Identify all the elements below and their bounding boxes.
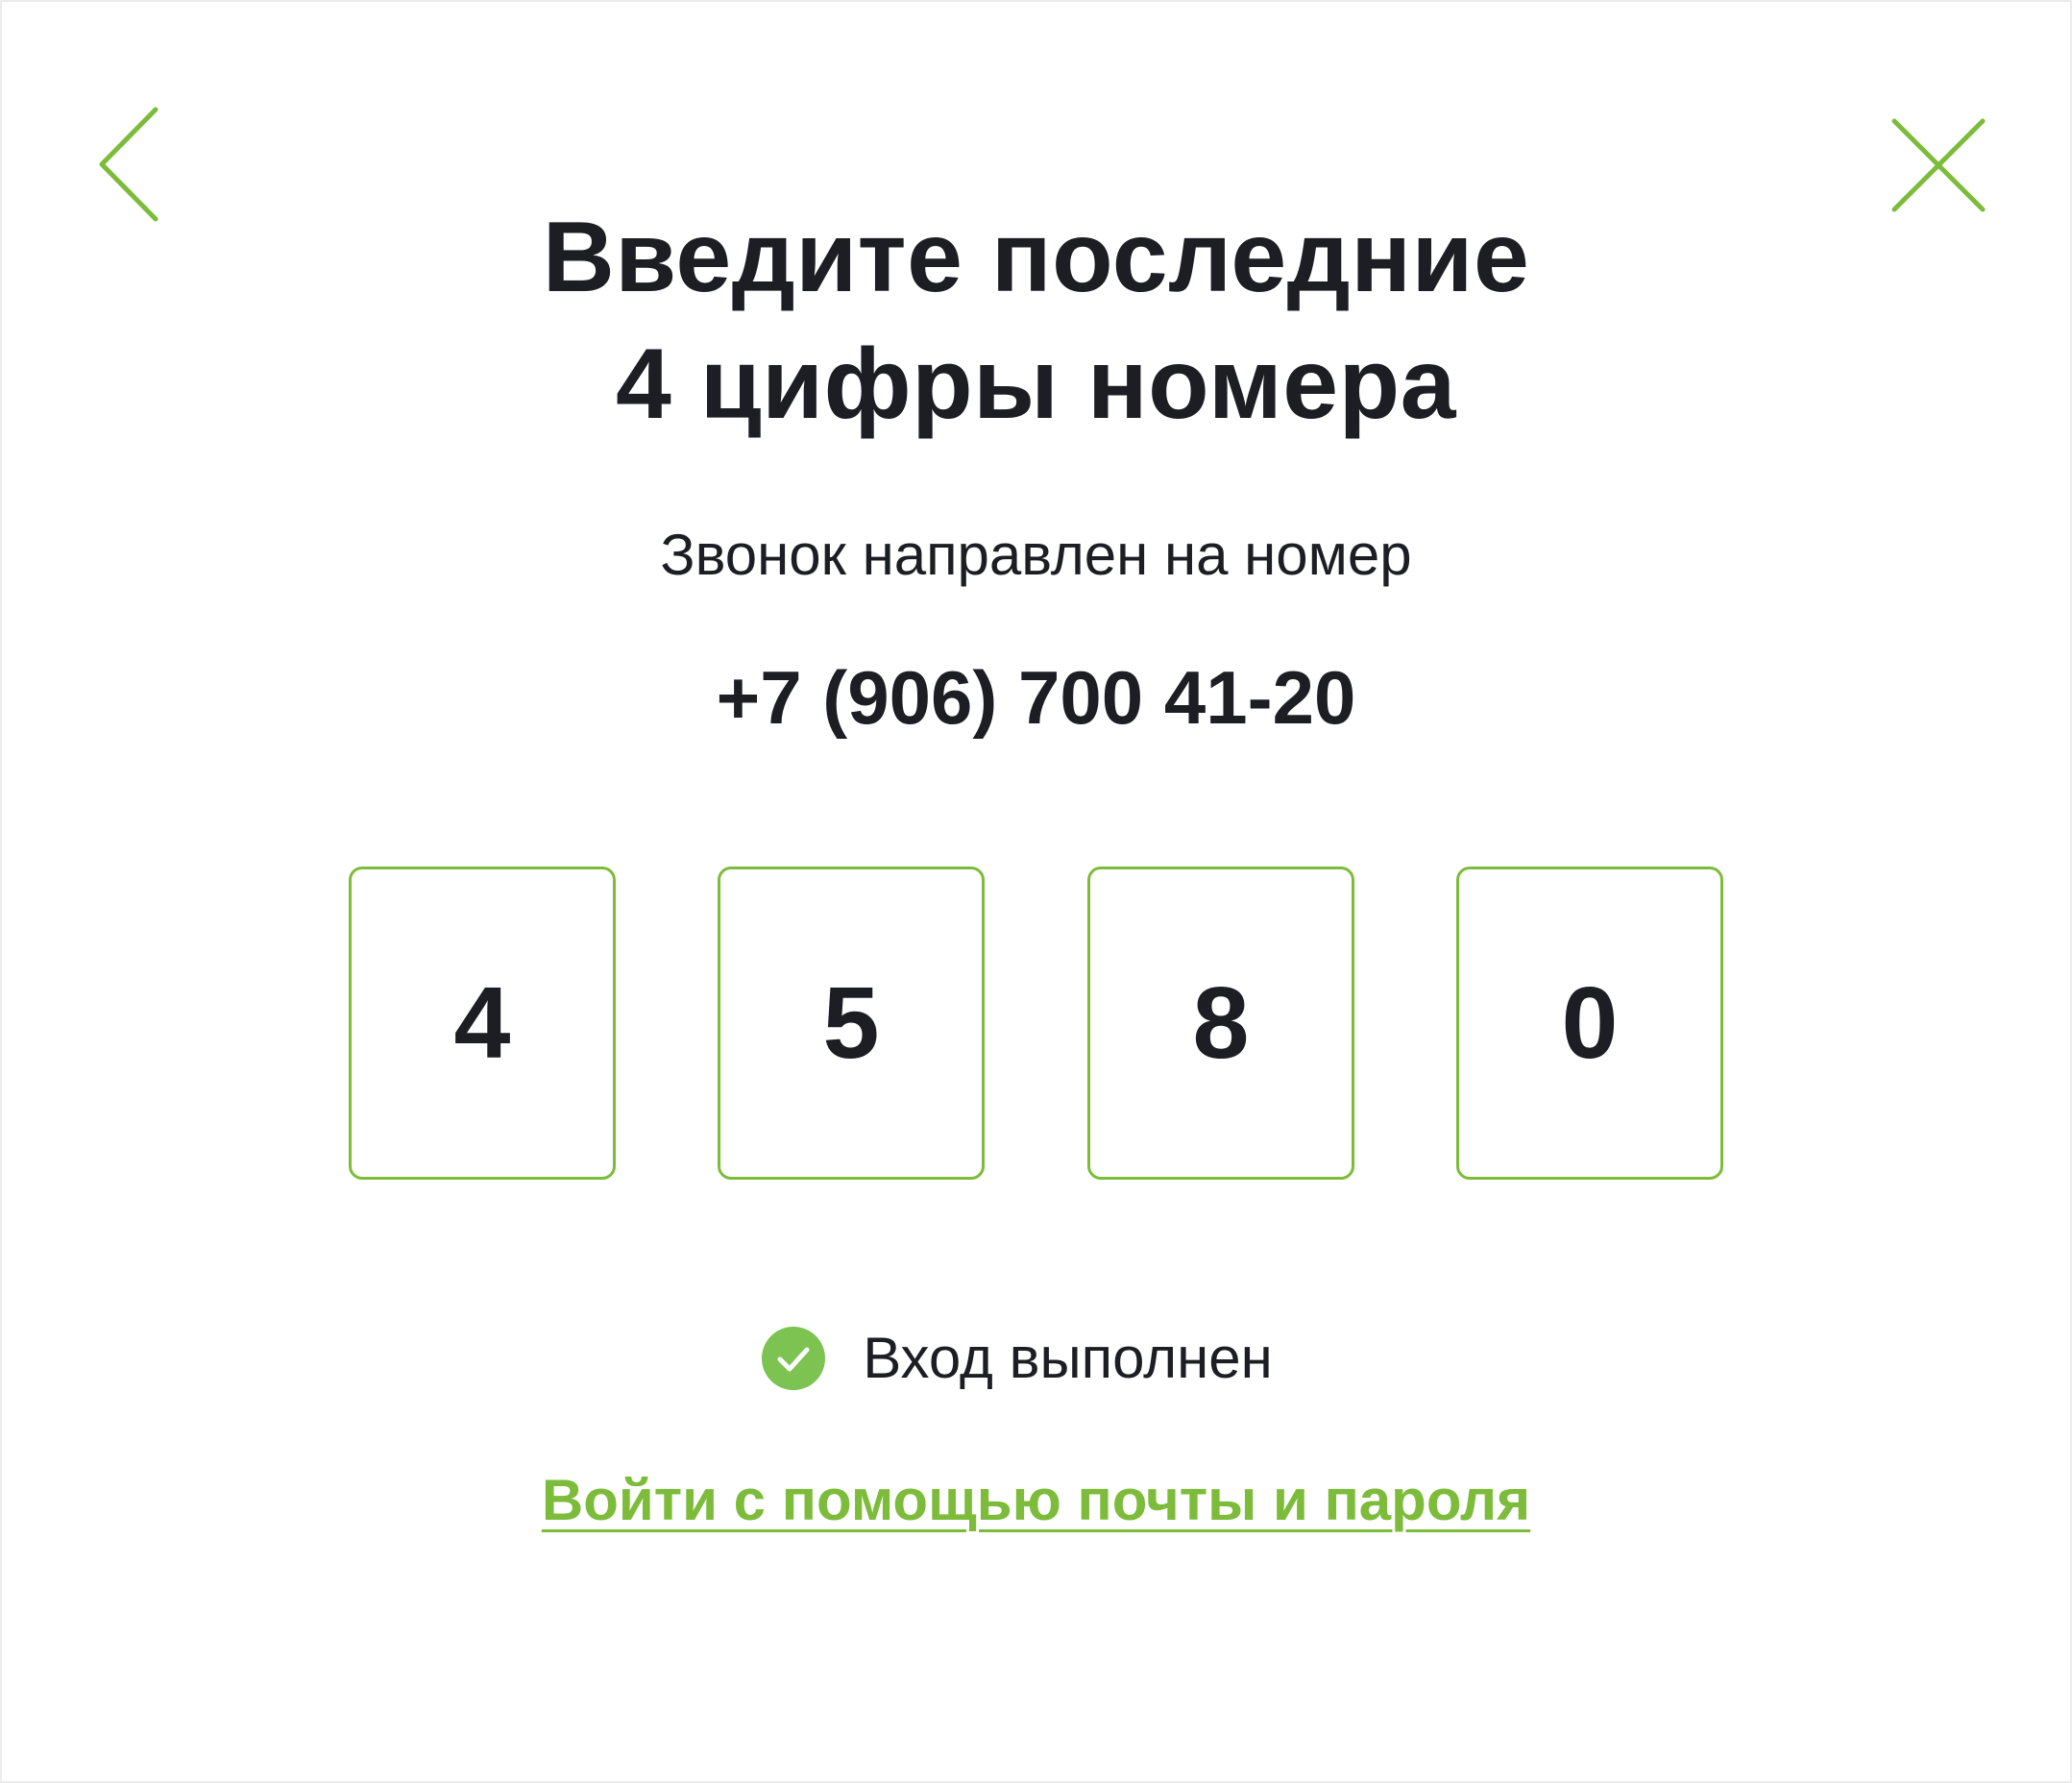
login-status-text: Вход выполнен xyxy=(863,1326,1273,1390)
title-line-2: 4 цифры номера xyxy=(616,329,1456,440)
check-circle-icon xyxy=(761,1326,826,1391)
alt-login-container: Войти с помощью почты и пароля xyxy=(2,1464,2070,1537)
code-digit-2-input[interactable]: 5 xyxy=(718,867,985,1180)
title-line-1: Введите последние xyxy=(542,202,1530,313)
code-digit-1-input[interactable]: 4 xyxy=(349,867,616,1180)
email-password-login-link[interactable]: Войти с помощью почты и пароля xyxy=(542,1468,1530,1532)
code-digit-4-input[interactable]: 0 xyxy=(1456,867,1723,1180)
page-title: Введите последние 4 цифры номера xyxy=(2,194,2070,448)
phone-verification-dialog: Введите последние 4 цифры номера Звонок … xyxy=(0,0,2072,1783)
phone-number: +7 (906) 700 41-20 xyxy=(716,655,1356,740)
login-status: Вход выполнен xyxy=(2,1324,2070,1393)
code-input-group: 4 5 8 0 xyxy=(349,867,1729,1184)
call-sent-subtitle: Звонок направлен на номер xyxy=(660,523,1412,587)
code-digit-3-input[interactable]: 8 xyxy=(1087,867,1354,1180)
